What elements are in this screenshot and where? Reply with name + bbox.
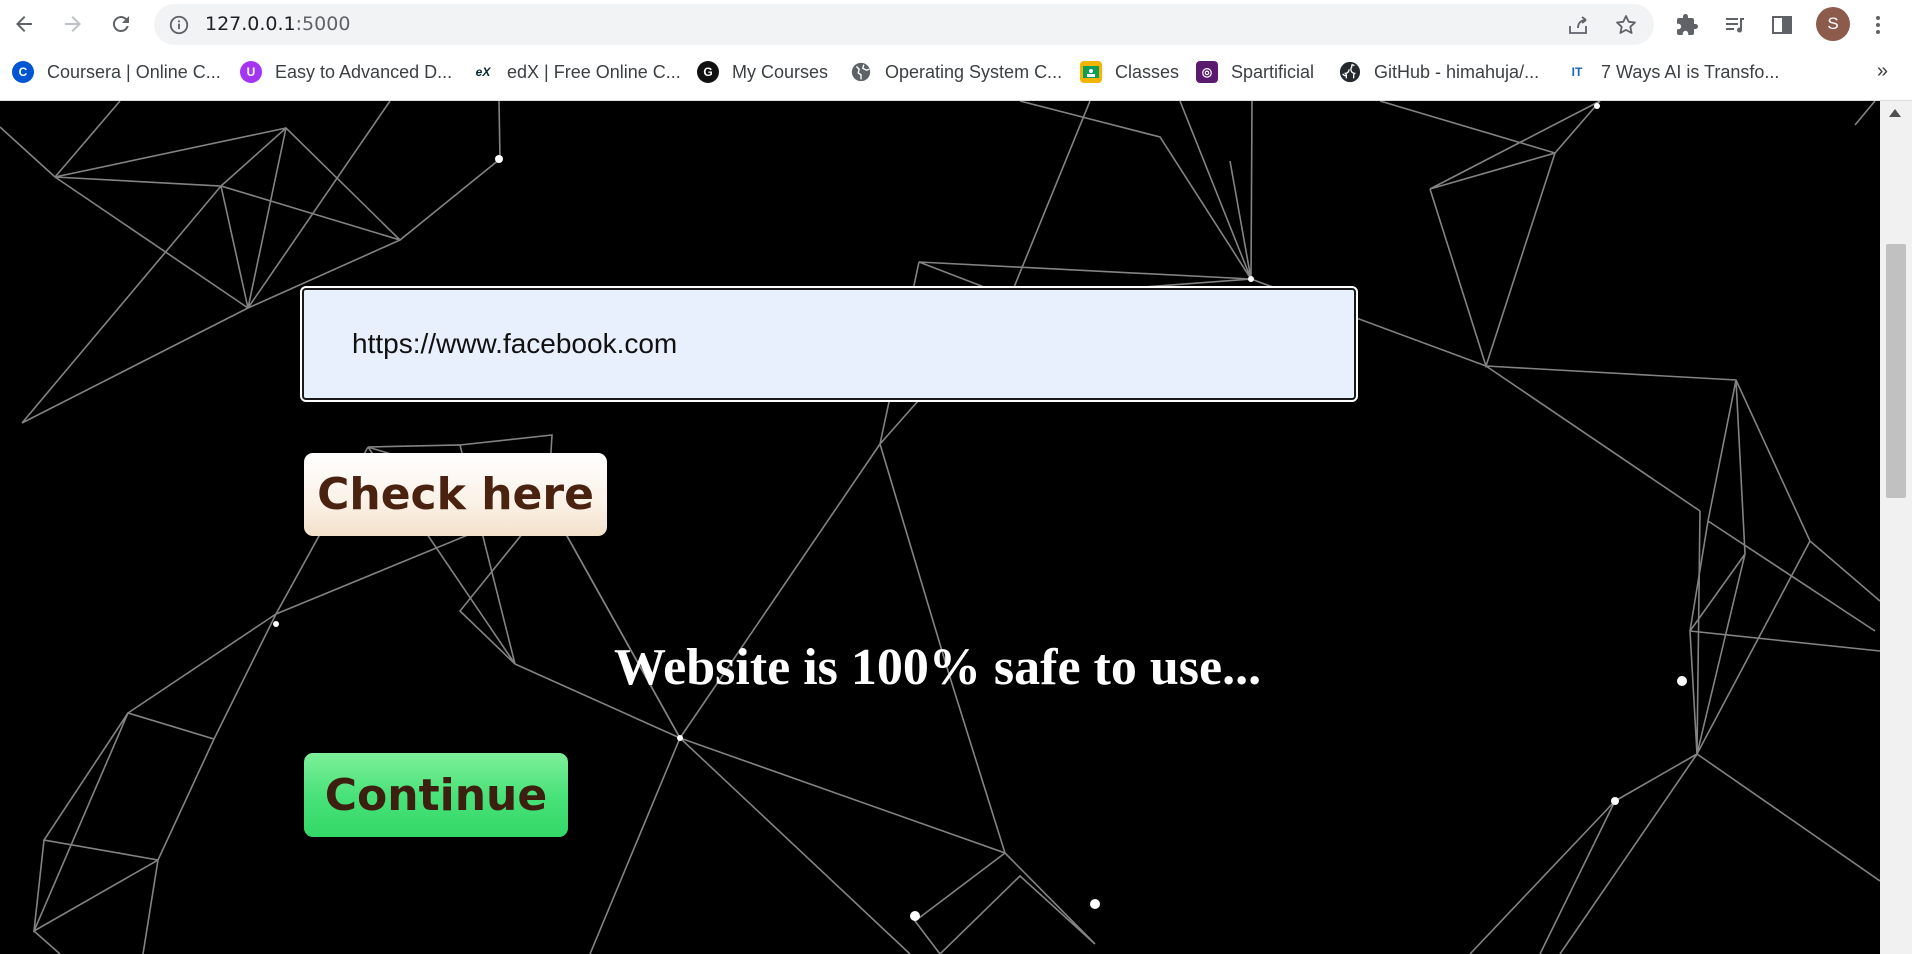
bookmark-label: 7 Ways AI is Transfo... xyxy=(1601,61,1780,82)
address-bar[interactable]: 127.0.0.1:5000 xyxy=(154,4,1654,45)
kebab-menu-icon xyxy=(1876,16,1880,34)
site-info-icon[interactable] xyxy=(168,14,190,41)
bookmark-udemy[interactable]: U Easy to Advanced D... xyxy=(240,50,452,94)
g-icon: G xyxy=(697,61,719,83)
arrow-right-icon xyxy=(65,16,81,32)
bookmarks-bar: C Coursera | Online C... U Easy to Advan… xyxy=(0,50,1912,101)
bookmark-label: Easy to Advanced D... xyxy=(275,61,453,82)
bookmark-my-courses[interactable]: G My Courses xyxy=(697,50,828,94)
bookmark-github[interactable]: GitHub - himahuja/... xyxy=(1339,50,1539,94)
scroll-up-arrow-icon[interactable] xyxy=(1889,109,1901,117)
arrow-left-icon xyxy=(16,16,32,32)
side-panel-button[interactable] xyxy=(1767,10,1797,40)
edx-icon: eX xyxy=(472,61,494,83)
more-bookmarks-icon[interactable]: » xyxy=(1877,60,1888,83)
reading-list-icon xyxy=(1726,18,1744,33)
bookmark-classes[interactable]: Classes xyxy=(1080,50,1179,94)
reload-icon xyxy=(112,16,129,33)
coursera-icon: C xyxy=(12,61,34,83)
bookmark-label: Operating System C... xyxy=(885,61,1063,82)
page-viewport: Check here Website is 100% safe to use..… xyxy=(0,101,1912,954)
address-url: 127.0.0.1:5000 xyxy=(205,4,350,45)
network-background xyxy=(0,101,1880,954)
url-input[interactable] xyxy=(300,286,1358,402)
bookmark-label: edX | Free Online C... xyxy=(507,61,681,82)
bookmark-operating-system[interactable]: Operating System C... xyxy=(850,50,1062,94)
url-host: 127.0.0.1 xyxy=(205,13,296,35)
result-message: Website is 100% safe to use... xyxy=(614,639,1262,696)
bookmark-label: Spartificial xyxy=(1231,61,1315,82)
reload-button[interactable] xyxy=(106,9,136,39)
check-here-button[interactable]: Check here xyxy=(304,453,607,536)
udemy-icon: U xyxy=(240,61,262,83)
forward-button[interactable] xyxy=(58,9,88,39)
bookmark-label: Classes xyxy=(1115,61,1180,82)
continue-button[interactable]: Continue xyxy=(304,753,568,837)
github-icon xyxy=(1339,61,1361,83)
side-panel-icon xyxy=(1772,16,1792,34)
reading-list-button[interactable] xyxy=(1720,10,1750,40)
menu-button[interactable] xyxy=(1863,10,1893,40)
back-button[interactable] xyxy=(9,9,39,39)
extensions-button[interactable] xyxy=(1672,10,1702,40)
bookmark-label: GitHub - himahuja/... xyxy=(1374,61,1540,82)
globe-icon xyxy=(850,61,872,83)
page-scrollbar[interactable] xyxy=(1880,101,1912,954)
bookmark-spartificial[interactable]: ◎ Spartificial xyxy=(1196,50,1314,94)
bookmark-coursera[interactable]: C Coursera | Online C... xyxy=(12,50,221,94)
url-port: :5000 xyxy=(295,13,351,35)
bookmark-edx[interactable]: eX edX | Free Online C... xyxy=(472,50,681,94)
browser-toolbar: 127.0.0.1:5000 S xyxy=(0,0,1912,50)
share-icon[interactable] xyxy=(1565,12,1591,38)
bookmark-label: Coursera | Online C... xyxy=(47,61,221,82)
bookmark-ai-article[interactable]: IT 7 Ways AI is Transfo... xyxy=(1566,50,1779,94)
puzzle-icon xyxy=(1677,14,1698,35)
article-icon: IT xyxy=(1566,61,1588,83)
bookmark-star-icon[interactable] xyxy=(1613,12,1639,38)
classroom-icon xyxy=(1080,61,1102,83)
spartificial-icon: ◎ xyxy=(1196,61,1218,83)
profile-avatar[interactable]: S xyxy=(1816,7,1850,41)
bookmark-label: My Courses xyxy=(732,61,829,82)
scrollbar-thumb[interactable] xyxy=(1886,244,1906,498)
